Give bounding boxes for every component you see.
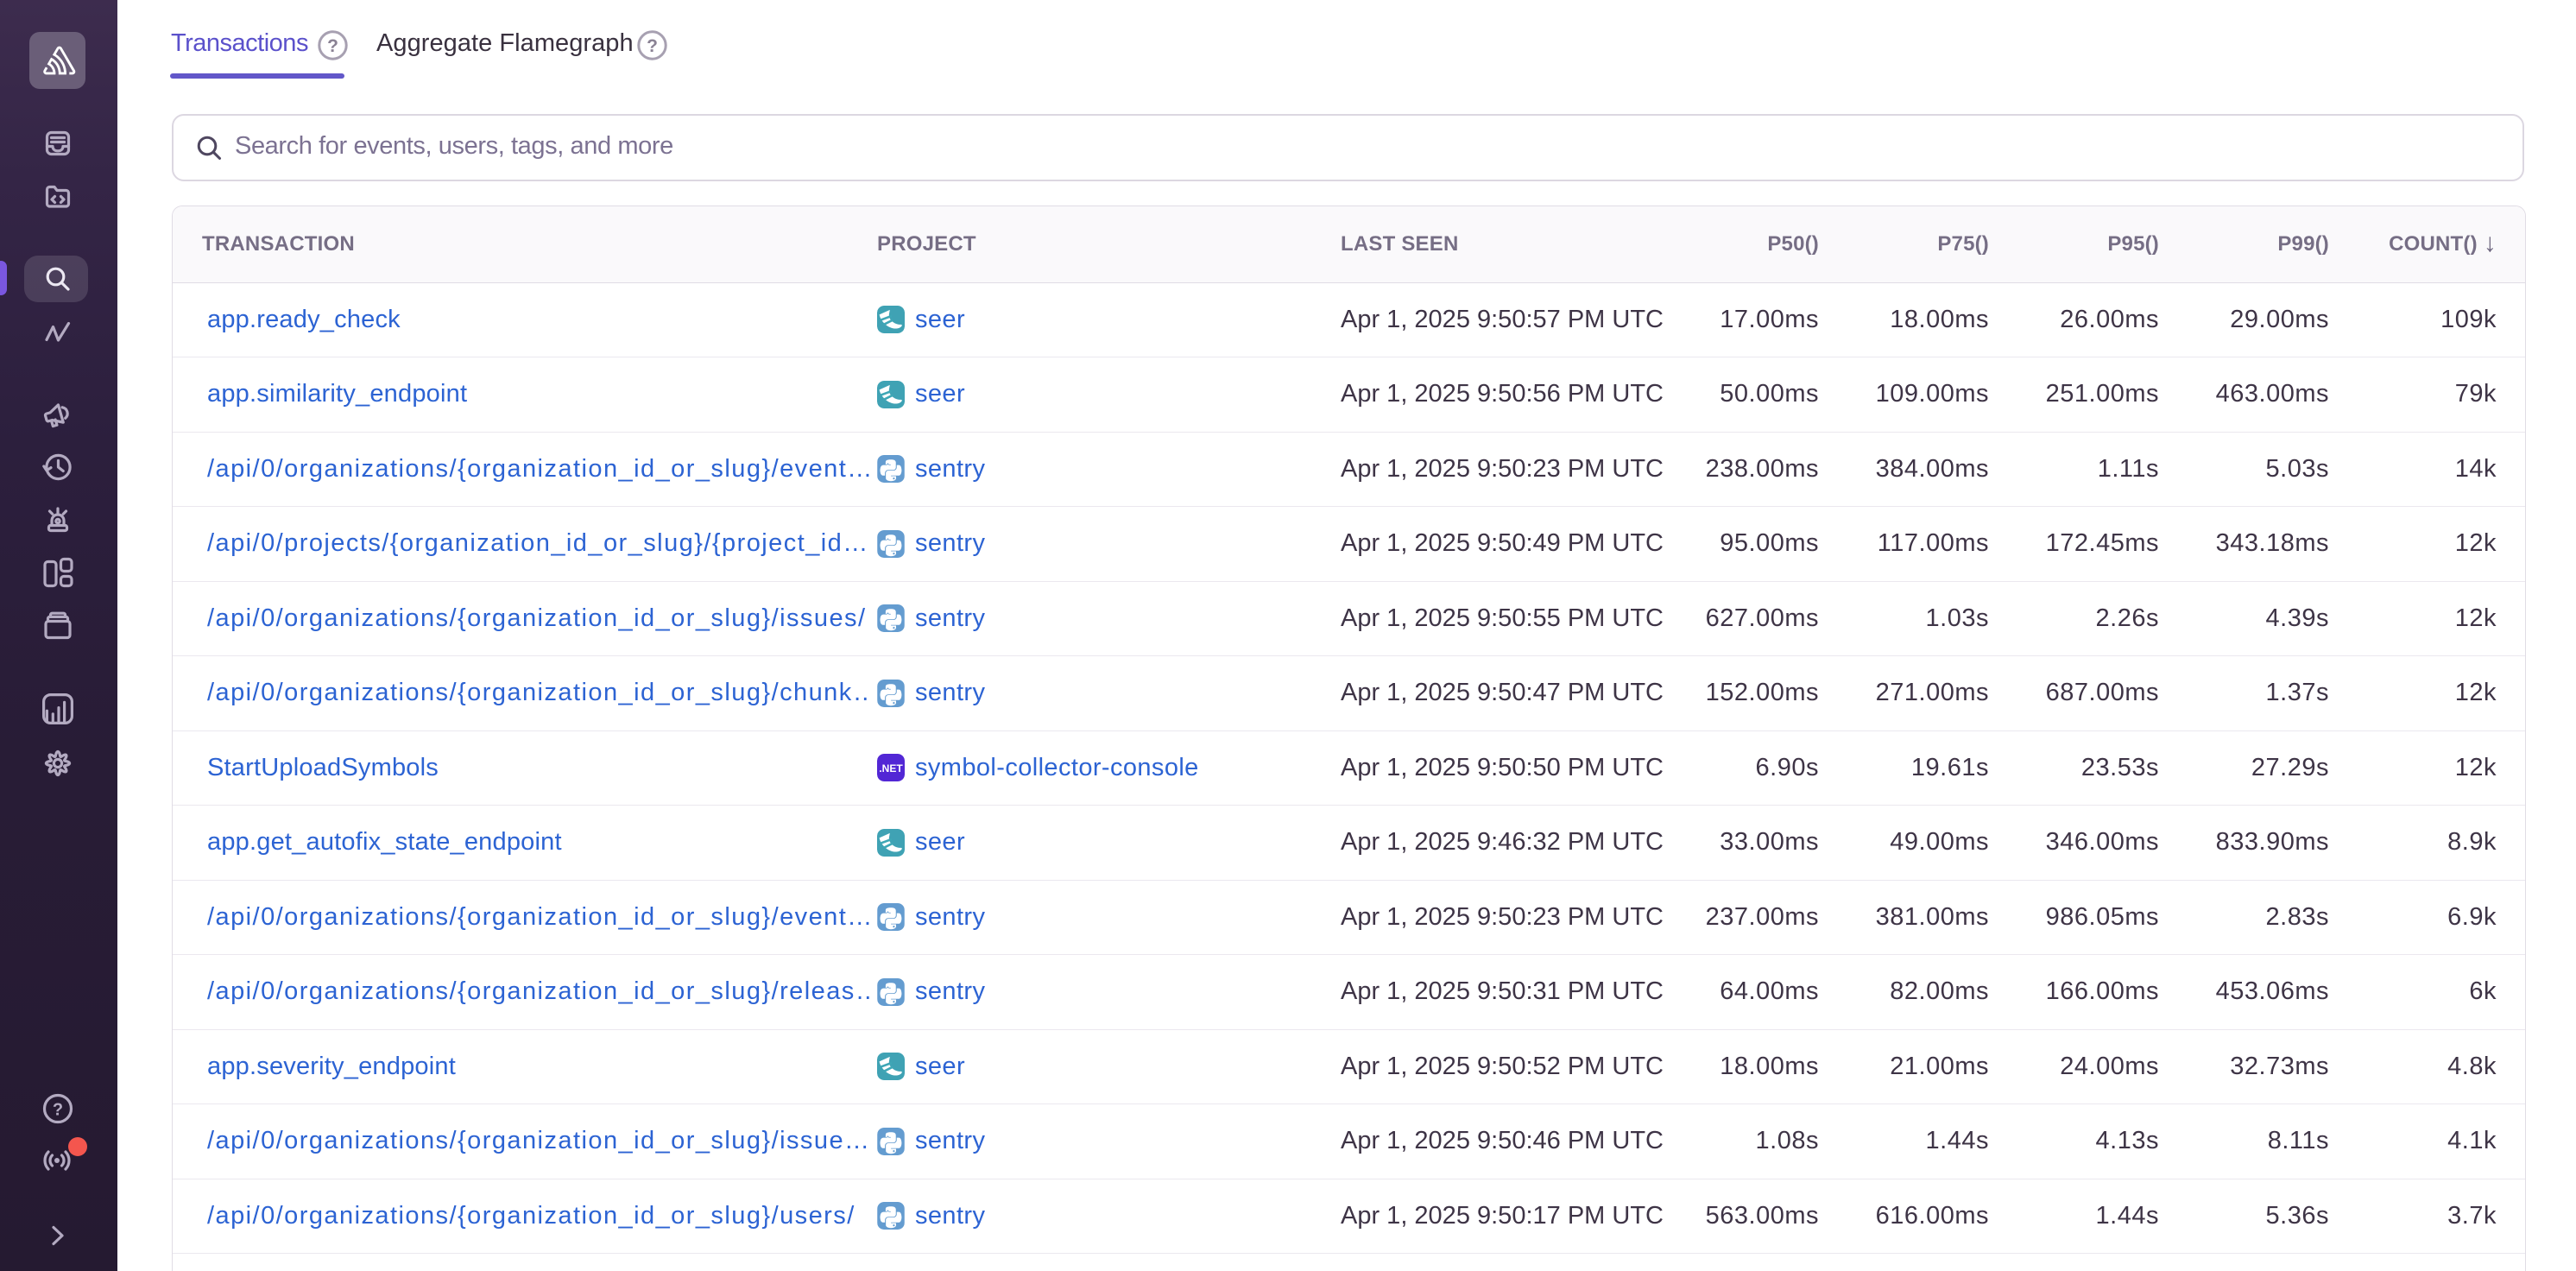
svg-text:?: ? — [647, 36, 658, 56]
svg-text:?: ? — [327, 36, 338, 56]
svg-text:.NET: .NET — [879, 762, 903, 775]
svg-text:?: ? — [53, 1101, 63, 1120]
